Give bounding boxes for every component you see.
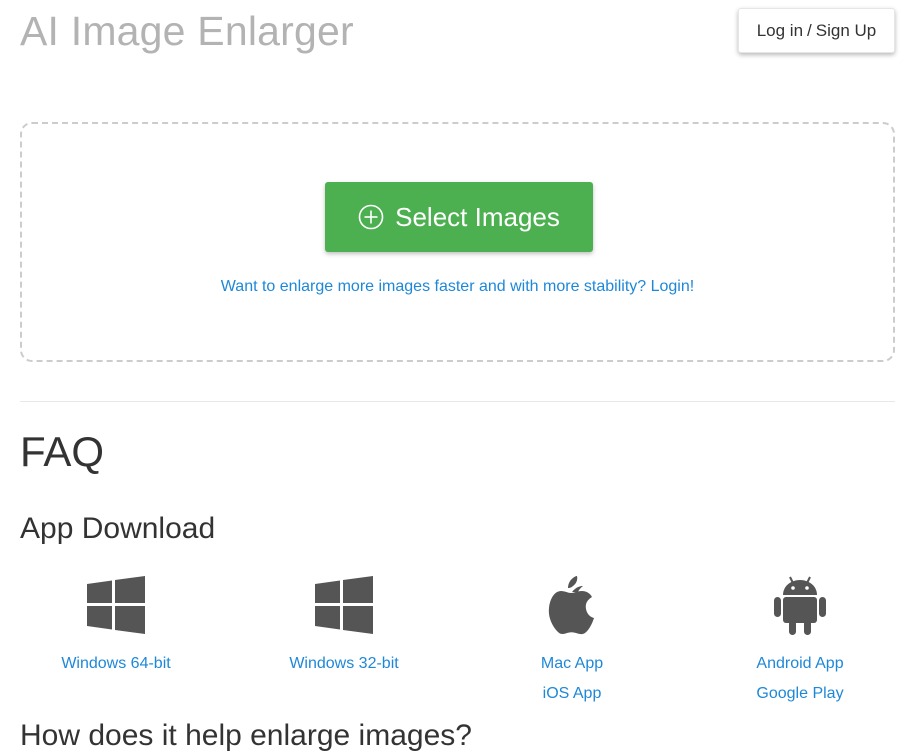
download-links: Windows 32-bit xyxy=(289,649,398,679)
android-icon xyxy=(769,574,831,636)
download-links: Android App Google Play xyxy=(756,649,843,709)
google-play-link[interactable]: Google Play xyxy=(756,679,843,709)
windows-64-link[interactable]: Windows 64-bit xyxy=(61,649,170,679)
download-android: Android App Google Play xyxy=(686,574,914,724)
signup-label: Sign Up xyxy=(815,20,877,40)
download-links: Windows 64-bit xyxy=(61,649,170,679)
app-download-title: App Download xyxy=(20,512,216,545)
app-title: AI Image Enlarger xyxy=(20,8,354,54)
select-images-button[interactable]: Select Images xyxy=(325,182,593,252)
select-images-label: Select Images xyxy=(395,201,560,232)
windows-icon xyxy=(85,574,147,636)
download-windows-32: Windows 32-bit xyxy=(230,574,458,724)
download-links: Mac App iOS App xyxy=(541,649,603,709)
app-download-list: Windows 64-bit Windows 32-bit Mac App iO… xyxy=(0,574,915,724)
login-separator: / xyxy=(807,20,812,40)
mac-app-link[interactable]: Mac App xyxy=(541,649,603,679)
login-signup-button[interactable]: Log in / Sign Up xyxy=(738,8,895,53)
divider xyxy=(20,401,895,402)
ios-app-link[interactable]: iOS App xyxy=(543,679,602,709)
faq-title: FAQ xyxy=(20,428,105,475)
login-hint-link[interactable]: Want to enlarge more images faster and w… xyxy=(22,278,893,296)
download-apple: Mac App iOS App xyxy=(458,574,686,724)
apple-icon xyxy=(541,574,603,636)
upload-dropzone[interactable]: Select Images Want to enlarge more image… xyxy=(20,122,895,362)
windows-icon xyxy=(313,574,375,636)
download-windows-64: Windows 64-bit xyxy=(2,574,230,724)
android-app-link[interactable]: Android App xyxy=(756,649,843,679)
plus-circle-icon xyxy=(358,204,384,230)
windows-32-link[interactable]: Windows 32-bit xyxy=(289,649,398,679)
login-label: Log in xyxy=(756,20,804,40)
faq-next-heading: How does it help enlarge images? xyxy=(20,719,472,752)
